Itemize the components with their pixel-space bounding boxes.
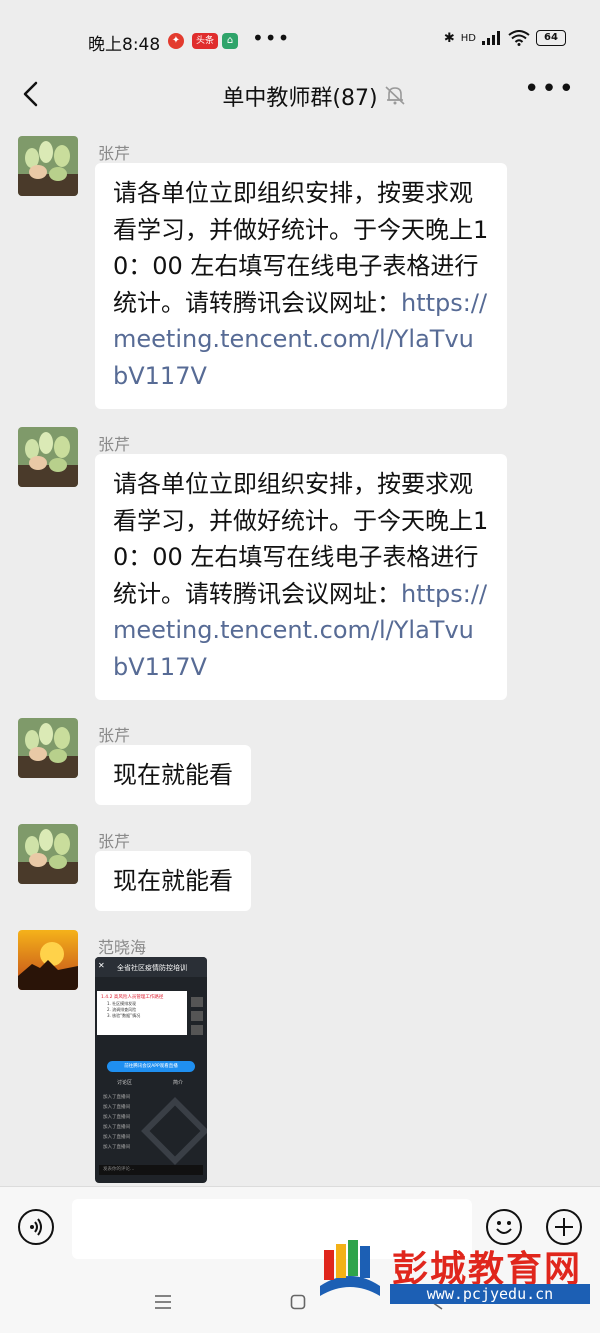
signal-icon: [482, 31, 500, 45]
join-button: 前往腾讯会议APP观看直播: [107, 1061, 195, 1072]
image-chat: 加入了直播间 加入了直播间 加入了直播间 加入了直播间 加入了直播间 加入了直播…: [103, 1093, 130, 1153]
chat-header: 单中教师群(87) •••: [0, 66, 600, 126]
sender-name: 张芹: [98, 144, 131, 163]
voice-input-icon[interactable]: [18, 1209, 54, 1245]
avatar[interactable]: [18, 824, 78, 884]
app-icon: ⌂: [222, 33, 238, 49]
chat-line: 加入了直播间: [103, 1115, 130, 1120]
network-label: HD: [460, 32, 476, 44]
message-list[interactable]: 张芹 请各单位立即组织安排，按要求观看学习，并做好统计。于今天晚上10：00 左…: [0, 126, 600, 1186]
image-tab: 讨论区: [117, 1080, 133, 1086]
menu-icon[interactable]: [154, 1294, 172, 1310]
chat-title: 单中教师群(87): [222, 86, 378, 111]
video-thumb: [191, 1011, 203, 1021]
image-topbar: ✕ 全省社区疫情防控培训: [95, 957, 207, 977]
chat-line: 加入了直播间: [103, 1095, 130, 1100]
slide-line: 3. 核验“数据”情况: [107, 1013, 141, 1018]
chat-line: 加入了直播间: [103, 1105, 130, 1110]
more-notifications-icon: •••: [252, 26, 291, 50]
battery-icon: 64: [536, 30, 566, 46]
avatar[interactable]: [18, 427, 78, 487]
message-text: 现在就能看: [113, 761, 233, 789]
chat-line: 加入了直播间: [103, 1135, 130, 1140]
decoration-shape: [141, 1097, 207, 1165]
home-icon[interactable]: [290, 1294, 306, 1310]
watermark-url: www.pcjyedu.cn: [390, 1284, 590, 1304]
message-bubble[interactable]: 现在就能看: [95, 745, 251, 805]
avatar[interactable]: [18, 718, 78, 778]
video-thumb: [191, 1025, 203, 1035]
status-right: ✱ HD 64: [444, 30, 566, 46]
more-options-icon[interactable]: •••: [524, 74, 576, 104]
avatar[interactable]: [18, 136, 78, 196]
sender-name: 张芹: [98, 726, 131, 745]
wifi-icon: [508, 30, 530, 46]
image-slide: 1.4.2 高风险人员管理工作路径 1. 社区摸排发现 2. 流调排查风险 3.…: [97, 991, 187, 1035]
image-message[interactable]: ✕ 全省社区疫情防控培训 1.4.2 高风险人员管理工作路径 1. 社区摸排发现…: [95, 957, 207, 1183]
notification-icon: ✦: [168, 33, 184, 49]
message-bubble[interactable]: 请各单位立即组织安排，按要求观看学习，并做好统计。于今天晚上10：00 左右填写…: [95, 163, 507, 409]
image-title: 全省社区疫情防控培训: [117, 964, 187, 972]
status-bar: 晚上8:48 ✦ 头条 ⌂ ••• ✱ HD 64: [0, 0, 600, 66]
message-bubble[interactable]: 请各单位立即组织安排，按要求观看学习，并做好统计。于今天晚上10：00 左右填写…: [95, 454, 507, 700]
chat-line: 加入了直播间: [103, 1125, 130, 1130]
sender-name: 张芹: [98, 435, 131, 454]
video-thumb: [191, 997, 203, 1007]
chat-line: 加入了直播间: [103, 1145, 130, 1150]
bluetooth-icon: ✱: [443, 30, 455, 46]
image-tab: 简介: [173, 1080, 184, 1086]
watermark-logo: 彭城教育网 www.pcjyedu.cn: [310, 1236, 600, 1310]
sender-name: 范晓海: [98, 938, 147, 957]
image-input: 发表你的评论…: [99, 1165, 203, 1175]
mute-bell-icon: [385, 86, 405, 105]
slide-heading: 1.4.2 高风险人员管理工作路径: [101, 995, 164, 1000]
close-icon: ✕: [98, 961, 105, 970]
status-time: 晚上8:48: [88, 35, 161, 55]
avatar[interactable]: [18, 930, 78, 990]
book-logo-icon: [320, 1240, 380, 1296]
toutiao-icon: 头条: [192, 33, 218, 49]
sender-name: 张芹: [98, 832, 131, 851]
message-bubble[interactable]: 现在就能看: [95, 851, 251, 911]
message-text: 现在就能看: [113, 867, 233, 895]
